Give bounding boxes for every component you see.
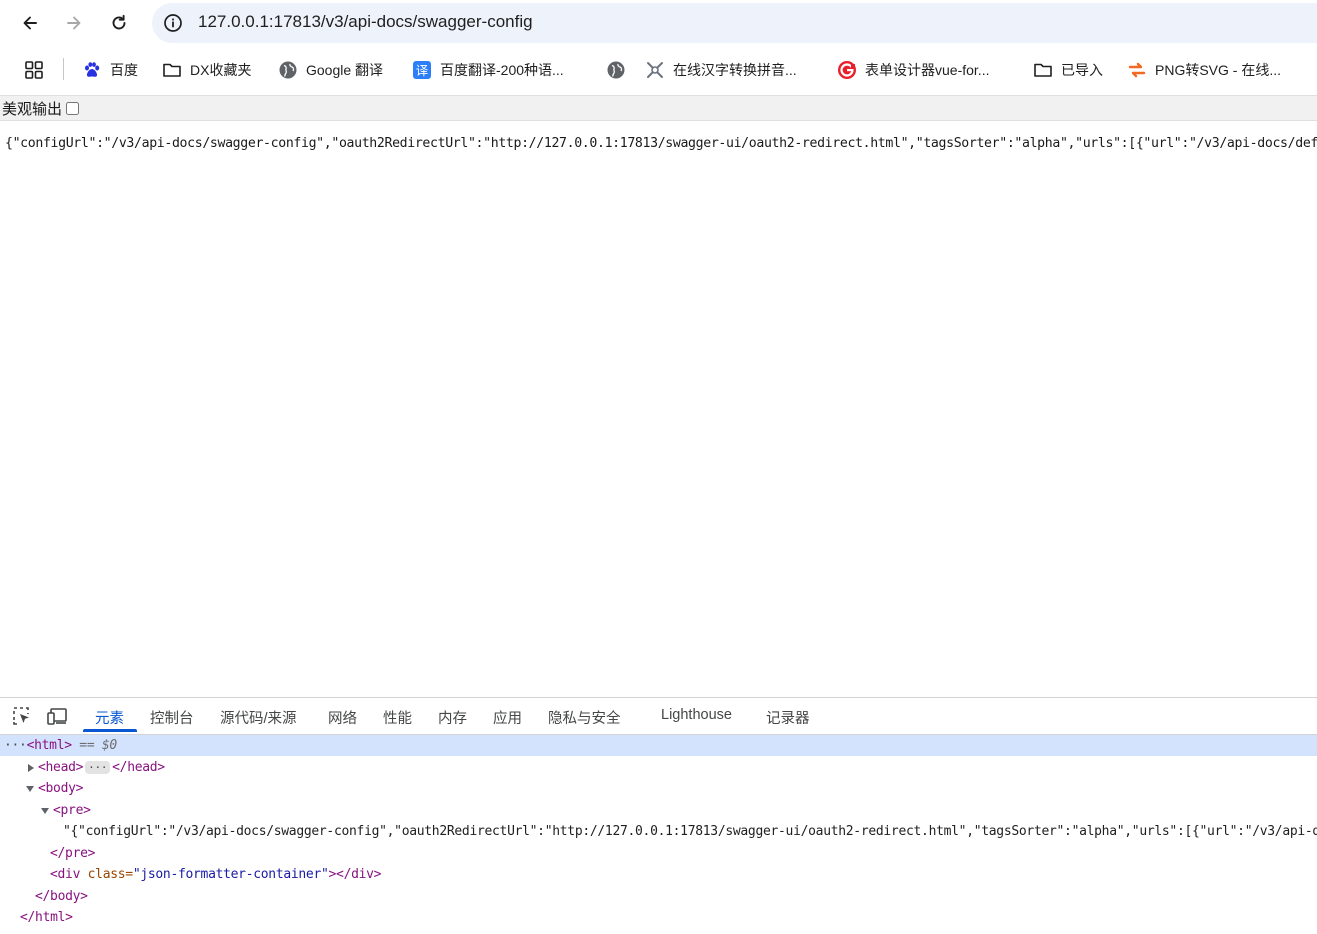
apps-grid-icon xyxy=(25,61,43,79)
bookmark-pinyin-tool[interactable]: 在线汉字转换拼音... xyxy=(645,58,797,82)
collapse-triangle-icon[interactable] xyxy=(41,807,49,814)
device-mode-icon xyxy=(47,708,67,725)
collapse-triangle-icon[interactable] xyxy=(26,785,34,792)
tab-memory[interactable]: 内存 xyxy=(438,707,467,728)
tab-lighthouse[interactable]: Lighthouse xyxy=(661,707,732,723)
dom-node-html[interactable]: ···<html> == $0 xyxy=(0,735,1317,756)
tag-text: <body> xyxy=(38,781,84,796)
dom-node-html-close[interactable]: </html> xyxy=(0,907,1317,928)
attr-name: class= xyxy=(87,867,133,882)
folder-icon xyxy=(162,60,182,80)
inspect-cursor-icon xyxy=(13,707,29,725)
tool-icon xyxy=(645,60,665,80)
globe-icon xyxy=(606,60,626,80)
tag-text: <head> xyxy=(38,760,84,775)
pretty-print-toggle[interactable]: 美观输出 xyxy=(2,98,80,119)
expand-triangle-icon[interactable] xyxy=(28,763,34,772)
tab-recorder[interactable]: 记录器 xyxy=(766,707,810,728)
inspect-element-button[interactable] xyxy=(11,705,33,727)
svg-text:译: 译 xyxy=(416,63,429,78)
bookmark-label: 百度 xyxy=(110,62,138,78)
folder-icon xyxy=(1033,60,1053,80)
tab-application[interactable]: 应用 xyxy=(493,707,522,728)
tag-text: </html> xyxy=(20,910,73,925)
bookmark-label: 表单设计器vue-for... xyxy=(865,62,990,78)
dom-tree: ···<html> == $0 <head> ··· </head> <body> … xyxy=(0,735,1317,934)
devtools-tabbar: 元素 控制台 源代码/来源 网络 性能 内存 应用 隐私与安全 Lighthou… xyxy=(0,698,1317,735)
raw-json-text: {"configUrl":"/v3/api-docs/swagger-confi… xyxy=(5,136,1317,151)
bookmark-google-translate[interactable]: Google 翻译 xyxy=(278,58,383,82)
devtools-panel: 元素 控制台 源代码/来源 网络 性能 内存 应用 隐私与安全 Lighthou… xyxy=(0,697,1317,934)
bookmark-dx-folder[interactable]: DX收藏夹 xyxy=(162,58,251,82)
dom-node-div[interactable]: <div class="json-formatter-container"></… xyxy=(0,864,1317,885)
bookmarks-separator xyxy=(63,58,64,80)
tag-text: </head> xyxy=(112,760,165,775)
tag-text: <html> xyxy=(26,738,72,753)
bookmark-imported-folder[interactable]: 已导入 xyxy=(1033,58,1103,82)
url-text: 127.0.0.1:17813/v3/api-docs/swagger-conf… xyxy=(198,12,533,31)
tab-network[interactable]: 网络 xyxy=(328,707,357,728)
dom-node-body[interactable]: <body> xyxy=(0,778,1317,799)
browser-toolbar: 127.0.0.1:17813/v3/api-docs/swagger-conf… xyxy=(0,0,1317,48)
dom-node-pre[interactable]: <pre> xyxy=(0,800,1317,821)
globe-icon xyxy=(278,60,298,80)
tab-sources[interactable]: 源代码/来源 xyxy=(220,707,297,728)
pretty-print-checkbox[interactable] xyxy=(66,102,80,115)
bookmark-label: 在线汉字转换拼音... xyxy=(673,62,797,78)
tag-text: > xyxy=(328,867,337,882)
selected-node-marker: == $0 xyxy=(79,738,117,753)
reload-icon xyxy=(112,14,126,30)
bookmark-baidu[interactable]: 百度 xyxy=(82,58,138,82)
tab-privacy-security[interactable]: 隐私与安全 xyxy=(548,707,621,728)
site-info-button[interactable] xyxy=(160,11,186,35)
arrow-left-icon xyxy=(23,16,37,30)
bookmark-baidu-translate[interactable]: 译 百度翻译-200种语... xyxy=(412,58,564,82)
address-bar[interactable]: 127.0.0.1:17813/v3/api-docs/swagger-conf… xyxy=(152,3,1317,43)
bookmark-form-designer[interactable]: 表单设计器vue-for... xyxy=(837,58,989,82)
red-g-icon xyxy=(837,60,857,80)
baidu-translate-icon: 译 xyxy=(412,60,432,80)
pretty-print-bar: 美观输出 xyxy=(0,95,1317,121)
bookmark-label: 已导入 xyxy=(1061,62,1103,78)
back-button[interactable] xyxy=(15,8,45,38)
tab-performance[interactable]: 性能 xyxy=(383,707,412,728)
info-icon xyxy=(164,14,182,32)
bookmark-label: 百度翻译-200种语... xyxy=(440,62,564,78)
forward-button[interactable] xyxy=(59,8,89,38)
active-tab-indicator xyxy=(83,729,137,732)
tab-elements[interactable]: 元素 xyxy=(95,707,124,728)
device-toolbar-button[interactable] xyxy=(46,705,68,727)
arrow-right-icon xyxy=(67,16,81,30)
tag-text: </body> xyxy=(35,889,88,904)
apps-button[interactable] xyxy=(24,58,44,82)
tag-text: <pre> xyxy=(53,803,91,818)
dom-text-node[interactable]: "{"configUrl":"/v3/api-docs/swagger-conf… xyxy=(0,821,1317,842)
tag-text: <div xyxy=(50,867,88,882)
bookmark-label: Google 翻译 xyxy=(306,62,384,78)
bookmark-globe[interactable] xyxy=(606,58,634,82)
orange-arrows-icon xyxy=(1127,60,1147,80)
collapsed-ellipsis-icon[interactable]: ··· xyxy=(85,761,111,774)
bookmark-png-to-svg[interactable]: PNG转SVG - 在线... xyxy=(1127,58,1281,82)
attr-value: "json-formatter-container" xyxy=(132,867,329,882)
tag-text: </div> xyxy=(336,867,382,882)
tab-console[interactable]: 控制台 xyxy=(150,707,194,728)
baidu-paw-icon xyxy=(82,60,102,80)
pre-text-content: "{"configUrl":"/v3/api-docs/swagger-conf… xyxy=(63,824,1317,839)
dom-node-body-close[interactable]: </body> xyxy=(0,886,1317,907)
pretty-print-label: 美观输出 xyxy=(2,100,63,118)
reload-button[interactable] xyxy=(104,8,134,38)
bookmark-label: PNG转SVG - 在线... xyxy=(1155,62,1282,78)
more-options-icon[interactable]: ··· xyxy=(4,738,27,753)
bookmark-label: DX收藏夹 xyxy=(190,62,252,78)
tag-text: </pre> xyxy=(50,846,96,861)
dom-node-pre-close[interactable]: </pre> xyxy=(0,843,1317,864)
dom-node-head[interactable]: <head> ··· </head> xyxy=(0,757,1317,778)
